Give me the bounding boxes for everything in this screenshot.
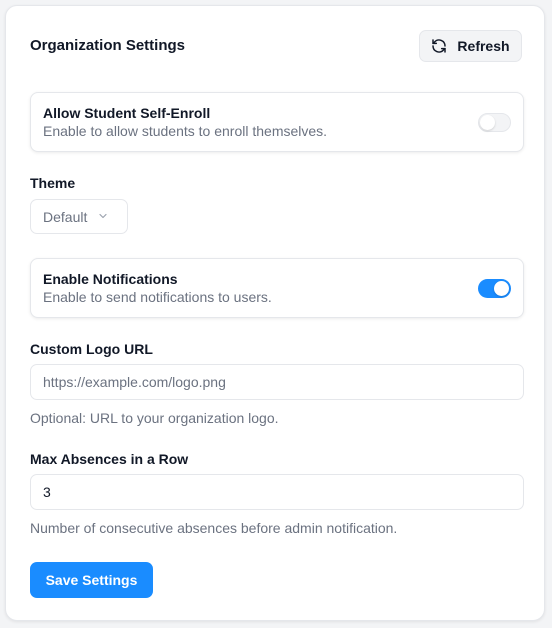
refresh-icon xyxy=(431,38,447,54)
theme-select[interactable]: Default xyxy=(30,199,128,234)
notifications-setting: Enable Notifications Enable to send noti… xyxy=(30,258,524,318)
max-absences-input[interactable] xyxy=(30,474,524,510)
toggle-knob xyxy=(480,115,495,130)
theme-label: Theme xyxy=(30,175,76,191)
theme-selected-value: Default xyxy=(43,208,88,225)
self-enroll-description: Enable to allow students to enroll thems… xyxy=(43,123,328,139)
refresh-button-label: Refresh xyxy=(457,38,510,54)
refresh-button[interactable]: Refresh xyxy=(419,30,522,62)
notifications-description: Enable to send notifications to users. xyxy=(43,289,272,305)
max-absences-hint: Number of consecutive absences before ad… xyxy=(30,520,398,536)
save-settings-button[interactable]: Save Settings xyxy=(30,562,153,598)
page-title: Organization Settings xyxy=(30,37,186,54)
settings-card: Organization Settings Refresh Allow Stud… xyxy=(5,5,545,621)
logo-url-input[interactable] xyxy=(30,364,524,400)
notifications-toggle[interactable] xyxy=(478,279,511,298)
chevron-down-icon xyxy=(97,209,109,225)
logo-url-hint: Optional: URL to your organization logo. xyxy=(30,410,279,426)
self-enroll-title: Allow Student Self-Enroll xyxy=(43,105,211,121)
notifications-title: Enable Notifications xyxy=(43,271,178,287)
self-enroll-toggle[interactable] xyxy=(478,113,511,132)
toggle-knob xyxy=(494,281,509,296)
logo-url-label: Custom Logo URL xyxy=(30,341,153,357)
max-absences-label: Max Absences in a Row xyxy=(30,451,189,467)
self-enroll-setting: Allow Student Self-Enroll Enable to allo… xyxy=(30,92,524,152)
